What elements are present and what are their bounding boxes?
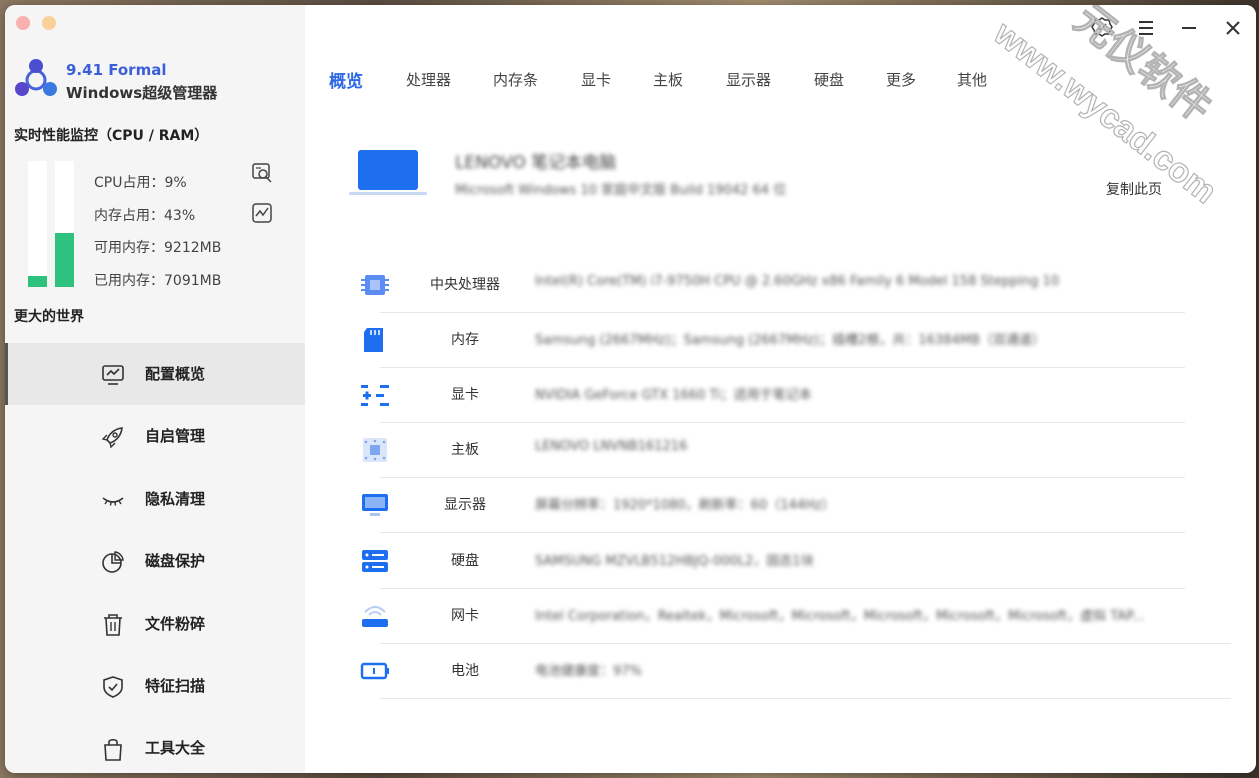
info-row-cpu: 中央处理器 Intel(R) Core(TM) i7-9750H CPU @ 2…	[355, 258, 1185, 313]
app-version: 9.41 Formal	[66, 61, 167, 79]
row-divider	[380, 532, 1185, 533]
tab-processor[interactable]: 处理器	[406, 69, 451, 90]
row-label: 内存	[451, 332, 479, 348]
row-value: 电池健康度：97%	[535, 664, 642, 679]
menu-icon[interactable]	[1133, 15, 1159, 41]
row-label: 电池	[451, 663, 479, 679]
info-row-network: 网卡 Intel Corporation，Realtek，Microsoft，M…	[355, 589, 1231, 644]
app-logo-icon	[15, 59, 57, 96]
verified-badge-icon[interactable]	[1089, 15, 1115, 41]
nav-disk-protect[interactable]: 磁盘保护	[5, 530, 305, 592]
main-panel: 概览 处理器 内存条 显卡 主板 显示器 硬盘 更多 其他 LENOVO 笔记本…	[305, 5, 1256, 773]
row-value: LENOVO LNVNB161216	[535, 439, 688, 454]
app-name: Windows超级管理器	[66, 84, 218, 102]
nav-label: 配置概览	[145, 365, 206, 383]
hard-disk-icon	[362, 550, 388, 572]
nav-label: 磁盘保护	[145, 552, 206, 570]
cpu-search-icon[interactable]	[251, 162, 273, 184]
bag-icon	[104, 738, 122, 761]
tab-other[interactable]: 其他	[957, 69, 987, 90]
row-label: 显卡	[451, 387, 479, 403]
available-mem: 可用内存：9212MB	[94, 240, 222, 256]
sd-card-icon	[364, 328, 383, 352]
mem-chart-icon[interactable]	[251, 202, 273, 224]
pie-chart-icon	[102, 551, 124, 573]
nav-startup-manager[interactable]: 自启管理	[5, 405, 305, 467]
info-row-gpu: 显卡 NVIDIA GeForce GTX 1660 Ti；适用于笔记本	[355, 368, 1185, 423]
laptop-icon	[349, 150, 427, 195]
row-value: SAMSUNG MZVLB512HBJQ-000L2，固态1块	[535, 554, 814, 569]
mem-bar	[55, 161, 74, 287]
row-label: 显示器	[444, 497, 486, 513]
nav-file-shred[interactable]: 文件粉碎	[5, 593, 305, 655]
copy-page-button[interactable]: 复制此页	[1106, 179, 1162, 199]
tab-memory[interactable]: 内存条	[493, 69, 538, 90]
row-label: 中央处理器	[430, 277, 500, 293]
row-value: Intel(R) Core(TM) i7-9750H CPU @ 2.60GHz…	[535, 274, 1060, 289]
row-value: Intel Corporation，Realtek，Microsoft，Micr…	[535, 609, 1145, 624]
row-value: Samsung (2667MHz)；Samsung (2667MHz)；插槽2根…	[535, 333, 1045, 348]
nav-label: 隐私清理	[145, 490, 206, 508]
cpu-bar	[28, 161, 47, 287]
mem-bar-fill	[55, 232, 74, 287]
nav-privacy-clean[interactable]: 隐私清理	[5, 468, 305, 530]
motherboard-icon	[363, 438, 387, 462]
nav-feature-scan[interactable]: 特征扫描	[5, 655, 305, 717]
cpu-icon	[361, 275, 389, 295]
sidebar: 9.41 Formal Windows超级管理器 实时性能监控（CPU / RA…	[5, 5, 305, 773]
wifi-icon	[362, 606, 388, 627]
close-icon[interactable]	[1220, 15, 1246, 41]
row-value: NVIDIA GeForce GTX 1660 Ti；适用于笔记本	[535, 388, 812, 403]
os-info: Microsoft Windows 10 家庭中文版 Build 19042 6…	[455, 183, 787, 198]
cpu-bar-fill	[28, 275, 47, 287]
tab-display[interactable]: 显示器	[726, 69, 771, 90]
tab-disk[interactable]: 硬盘	[814, 69, 844, 90]
gpu-icon	[361, 385, 389, 406]
display-icon	[362, 494, 388, 516]
monitor-title: 实时性能监控（CPU / RAM）	[14, 128, 209, 144]
tab-overview[interactable]: 概览	[329, 67, 363, 92]
minimize-window-dot[interactable]	[42, 16, 56, 30]
closed-eye-icon	[102, 497, 124, 506]
battery-icon	[360, 662, 389, 680]
used-mem: 已用内存：7091MB	[94, 273, 222, 289]
minimize-icon[interactable]	[1176, 15, 1202, 41]
row-label: 硬盘	[451, 553, 479, 569]
row-divider	[380, 698, 1231, 699]
info-row-motherboard: 主板 LENOVO LNVNB161216	[355, 423, 1185, 478]
nav-config-overview[interactable]: 配置概览	[5, 343, 305, 405]
info-row-memory: 内存 Samsung (2667MHz)；Samsung (2667MHz)；插…	[355, 313, 1185, 368]
device-model: LENOVO 笔记本电脑	[455, 153, 617, 173]
nav-label: 工具大全	[145, 739, 206, 757]
tab-gpu[interactable]: 显卡	[581, 69, 611, 90]
nav-tools[interactable]: 工具大全	[5, 717, 305, 773]
nav-label: 文件粉碎	[145, 615, 206, 633]
nav-label: 特征扫描	[145, 677, 206, 695]
trash-icon	[104, 614, 122, 636]
tab-more[interactable]: 更多	[886, 69, 916, 90]
mem-usage: 内存占用：43%	[94, 208, 196, 224]
rocket-icon	[101, 427, 123, 449]
row-label: 主板	[451, 442, 479, 458]
monitor-chart-icon	[102, 365, 124, 385]
shield-check-icon	[103, 676, 123, 698]
tab-motherboard[interactable]: 主板	[653, 69, 683, 90]
bigger-world-title: 更大的世界	[14, 309, 84, 325]
app-window: 9.41 Formal Windows超级管理器 实时性能监控（CPU / RA…	[5, 5, 1256, 773]
row-value: 屏幕分辨率：1920*1080，刷新率：60（144Hz）	[535, 498, 835, 513]
info-row-battery: 电池 电池健康度：97%	[355, 644, 1231, 699]
row-label: 网卡	[451, 608, 479, 624]
info-row-disk: 硬盘 SAMSUNG MZVLB512HBJQ-000L2，固态1块	[355, 534, 1185, 589]
close-window-dot[interactable]	[16, 16, 30, 30]
info-row-display: 显示器 屏幕分辨率：1920*1080，刷新率：60（144Hz）	[355, 478, 1185, 533]
cpu-usage: CPU占用：9%	[94, 175, 187, 191]
nav-label: 自启管理	[145, 427, 206, 445]
